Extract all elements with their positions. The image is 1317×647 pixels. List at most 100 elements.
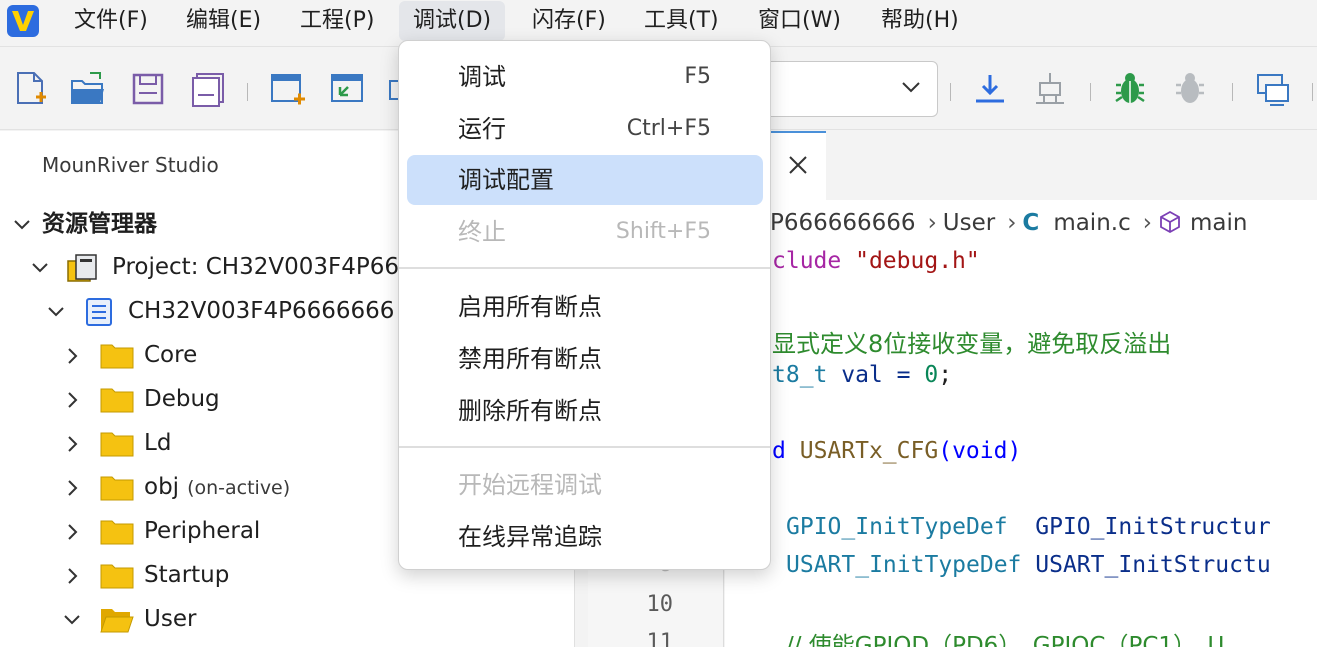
breadcrumb-project[interactable]: P666666666 xyxy=(770,210,916,236)
menu-debug[interactable]: 调试(D) xyxy=(399,1,506,41)
save-all-icon[interactable] xyxy=(188,69,228,109)
tree-item-label: Core xyxy=(144,342,198,368)
line-number: 10 xyxy=(646,592,674,617)
menu-item-label: 删除所有断点 xyxy=(458,397,602,425)
menu-item-enable-breakpoints[interactable]: 启用所有断点 xyxy=(407,282,763,332)
toolbar-separator xyxy=(1090,83,1091,101)
menu-item-remote-debug[interactable]: 开始远程调试 xyxy=(407,460,763,510)
toolbar-separator xyxy=(950,83,951,101)
code-token: USARTx_CFG xyxy=(799,438,939,464)
tree-item-label: Ld xyxy=(144,430,172,456)
editor-tab-bar xyxy=(770,131,1317,200)
menu-project[interactable]: 工程(P) xyxy=(286,0,388,42)
chevron-right-icon: › xyxy=(1007,210,1017,236)
explorer-section-title: 资源管理器 xyxy=(42,211,157,237)
folder-icon xyxy=(100,564,134,589)
new-file-icon[interactable] xyxy=(10,69,50,109)
menu-item-label: 终止 xyxy=(458,218,506,246)
menu-item-label: 调试配置 xyxy=(458,166,554,194)
menu-edit[interactable]: 编辑(E) xyxy=(172,0,275,42)
menu-window[interactable]: 窗口(W) xyxy=(744,0,855,42)
chevron-right-icon xyxy=(68,480,78,496)
chevron-right-icon: › xyxy=(1142,210,1152,236)
menu-item-exception-trace[interactable]: 在线异常追踪 xyxy=(407,512,763,562)
breadcrumb-file[interactable]: main.c xyxy=(1053,210,1130,236)
code-token: d xyxy=(772,438,786,464)
chevron-right-icon xyxy=(68,392,78,408)
menu-separator xyxy=(399,267,770,269)
debug-disabled-icon[interactable] xyxy=(1170,69,1210,109)
menu-file[interactable]: 文件(F) xyxy=(60,0,162,42)
menu-item-terminate[interactable]: 终止 Shift+F5 xyxy=(407,207,763,257)
folder-open-icon xyxy=(100,609,134,633)
code-token: "debug.h" xyxy=(855,248,980,274)
chevron-right-icon xyxy=(68,348,78,364)
debug-config-select[interactable] xyxy=(770,61,938,117)
tree-item-label: Project: CH32V003F4P66 xyxy=(112,254,400,280)
folder-icon xyxy=(100,432,134,457)
menu-flash[interactable]: 闪存(F) xyxy=(518,0,620,42)
new-project-icon[interactable] xyxy=(268,69,308,109)
chevron-down-icon xyxy=(48,307,64,317)
menu-item-delete-breakpoints[interactable]: 删除所有断点 xyxy=(407,386,763,436)
tree-item-label: Startup xyxy=(144,562,230,588)
code-line: // 使能GPIOD（PD6）、GPIOC（PC1）、U xyxy=(786,633,1225,647)
menu-item-debug[interactable]: 调试 F5 xyxy=(407,52,763,102)
close-icon[interactable] xyxy=(786,153,810,177)
save-icon[interactable] xyxy=(128,69,168,109)
code-token: void xyxy=(952,438,1008,464)
chevron-down-icon xyxy=(64,615,80,625)
import-project-icon[interactable] xyxy=(328,69,368,109)
tree-item-label: obj xyxy=(144,474,180,500)
menu-item-shortcut: Shift+F5 xyxy=(615,219,711,244)
menu-item-shortcut: F5 xyxy=(684,64,711,89)
menu-item-label: 禁用所有断点 xyxy=(458,345,602,373)
breadcrumb-symbol[interactable]: main xyxy=(1190,210,1247,236)
code-line: GPIO_InitTypeDef GPIO_InitStructur xyxy=(786,514,1271,540)
menu-item-label: 在线异常追踪 xyxy=(458,523,602,551)
debug-menu-dropdown: 调试 F5 运行 Ctrl+F5 调试配置 终止 Shift+F5 启用所有断点… xyxy=(398,40,771,570)
folder-icon xyxy=(100,520,134,545)
menu-tools[interactable]: 工具(T) xyxy=(630,0,733,42)
project-icon xyxy=(67,254,97,282)
toolbar-separator xyxy=(1312,83,1313,101)
tree-item-label: Peripheral xyxy=(144,518,261,544)
tree-item-user[interactable]: User xyxy=(0,599,560,639)
debug-bug-icon[interactable] xyxy=(1110,69,1150,109)
code-token: clude xyxy=(772,248,842,274)
code-line: d USARTx_CFG(void) xyxy=(772,438,1021,464)
code-line: clude "debug.h" xyxy=(772,248,980,274)
menu-item-shortcut: Ctrl+F5 xyxy=(626,116,711,141)
code-token: 0 xyxy=(924,362,939,388)
menu-item-label: 调试 xyxy=(458,63,506,91)
tree-item-label: User xyxy=(144,606,197,632)
app-logo-icon[interactable] xyxy=(6,4,40,38)
download-icon[interactable] xyxy=(970,69,1010,109)
menu-item-label: 运行 xyxy=(458,115,506,143)
code-token: GPIO_InitStructur xyxy=(1035,514,1271,540)
folder-icon xyxy=(100,344,134,369)
chevron-down-icon xyxy=(32,263,48,273)
menu-item-disable-breakpoints[interactable]: 禁用所有断点 xyxy=(407,334,763,384)
chevron-right-icon: › xyxy=(927,210,937,236)
erase-chip-icon[interactable] xyxy=(1030,69,1070,109)
code-token: val = xyxy=(827,362,925,388)
menu-item-run[interactable]: 运行 Ctrl+F5 xyxy=(407,104,763,154)
code-line: t8_t val = 0; xyxy=(772,362,952,388)
breadcrumb-folder[interactable]: User xyxy=(943,210,995,236)
tree-item-note: (on-active) xyxy=(187,477,291,499)
tree-item-label: Debug xyxy=(144,386,220,412)
code-token: USART_InitStructu xyxy=(1035,552,1271,578)
remote-debug-icon[interactable] xyxy=(1252,69,1292,109)
config-file-icon xyxy=(86,298,112,326)
menu-item-label: 启用所有断点 xyxy=(458,293,602,321)
menu-bar: 文件(F) 编辑(E) 工程(P) 调试(D) 闪存(F) 工具(T) 窗口(W… xyxy=(0,0,1317,42)
folder-icon xyxy=(100,388,134,413)
menu-item-debug-config[interactable]: 调试配置 xyxy=(407,155,763,205)
open-folder-icon[interactable] xyxy=(68,69,108,109)
menu-help[interactable]: 帮助(H) xyxy=(867,0,973,42)
line-number: 11 xyxy=(646,630,674,647)
menu-separator xyxy=(399,446,770,448)
menu-item-label: 开始远程调试 xyxy=(458,471,602,499)
c-file-icon: C xyxy=(1022,210,1040,236)
